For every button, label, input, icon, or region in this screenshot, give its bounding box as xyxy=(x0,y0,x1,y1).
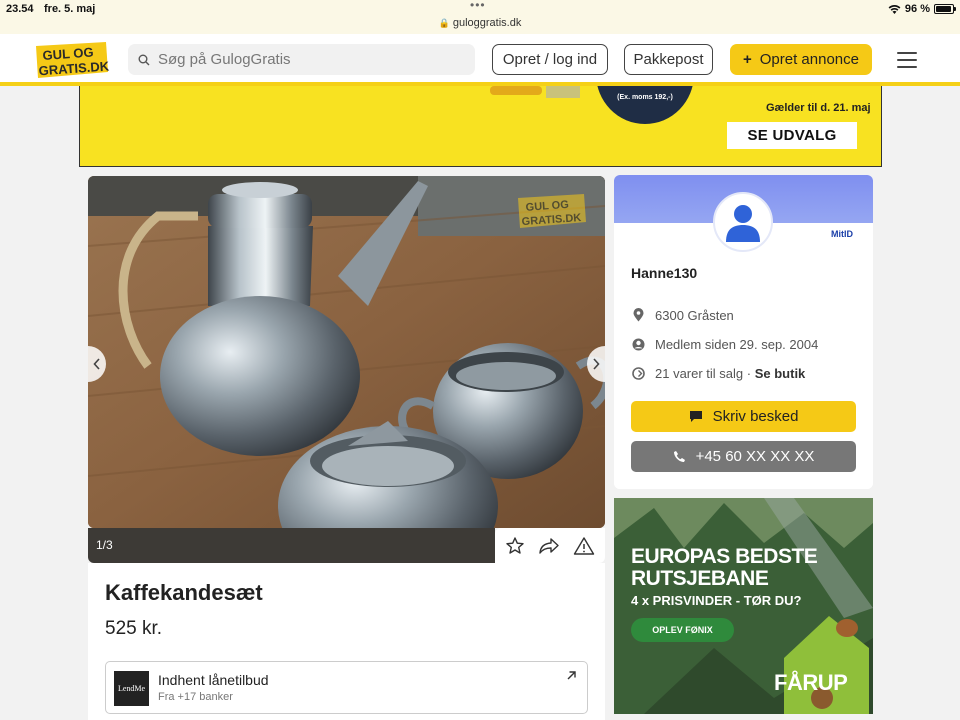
side-ad-headline: EUROPAS BEDSTE RUTSJEBANE xyxy=(631,545,818,590)
tag-icon xyxy=(631,366,645,380)
gallery-footer-strip: 1/3 xyxy=(88,528,495,563)
see-shop-link[interactable]: Se butik xyxy=(755,366,806,381)
ios-status-bar: 23.54 fre. 5. maj ••• 🔒 guloggratis.dk 96… xyxy=(0,0,960,34)
loan-offer-title: Indhent lånetilbud xyxy=(158,672,269,688)
gallery-footer: 1/3 xyxy=(88,528,605,563)
listing-photo xyxy=(88,176,605,528)
plus-icon: + xyxy=(742,51,752,68)
side-ad-banner[interactable]: EUROPAS BEDSTE RUTSJEBANE 4 x PRISVINDER… xyxy=(614,498,873,714)
seller-location-row: 6300 Gråsten xyxy=(631,306,734,324)
listing-price: 525 kr. xyxy=(105,618,163,639)
lendme-logo: LendMe xyxy=(114,671,149,706)
search-input[interactable] xyxy=(158,51,448,68)
star-icon[interactable] xyxy=(505,536,525,556)
loan-offer-card[interactable]: LendMe Indhent lånetilbud Fra +17 banker xyxy=(105,661,588,714)
lock-icon: 🔒 xyxy=(438,18,450,28)
image-counter: 1/3 xyxy=(96,538,113,552)
guloggratis-logo[interactable]: GUL OG GRATIS.DK xyxy=(34,42,110,78)
external-link-icon xyxy=(567,671,576,680)
account-circle-icon xyxy=(632,338,644,350)
listing-details: Kaffekandesæt 525 kr. LendMe Indhent lån… xyxy=(88,563,605,720)
address-url: guloggratis.dk xyxy=(452,17,522,29)
listing-actions xyxy=(495,528,605,563)
seller-member-since: Medlem siden 29. sep. 2004 xyxy=(655,336,819,352)
search-bar[interactable] xyxy=(128,44,475,75)
show-phone-button[interactable]: +45 60 XX XX XX xyxy=(631,441,856,472)
site-header: GUL OG GRATIS.DK Opret / log ind Pakkepo… xyxy=(0,34,960,86)
menu-icon[interactable] xyxy=(897,52,917,68)
wifi-icon xyxy=(888,5,901,14)
gallery-watermark-logo: GUL OG GRATIS.DK xyxy=(518,194,586,228)
phone-icon xyxy=(673,451,685,462)
search-icon xyxy=(138,54,150,65)
seller-location: 6300 Gråsten xyxy=(655,307,734,323)
ad-product-image xyxy=(490,86,580,98)
battery-icon xyxy=(934,4,956,14)
chat-bubble-icon xyxy=(689,411,702,422)
status-indicators: 96 % xyxy=(888,3,956,15)
address-bar[interactable]: 🔒 guloggratis.dk xyxy=(0,17,960,29)
listing-title: Kaffekandesæt xyxy=(105,580,263,605)
ad-valid-text: Gælder til d. 21. maj xyxy=(766,102,871,114)
share-icon[interactable] xyxy=(538,536,560,556)
location-pin-icon xyxy=(633,308,643,322)
status-time: 23.54 xyxy=(6,3,34,15)
loan-offer-subtitle: Fra +17 banker xyxy=(158,691,233,703)
phone-number: +45 60 XX XX XX xyxy=(695,448,815,465)
seller-card: MitID Hanne130 6300 Gråsten Medlem siden… xyxy=(614,175,873,489)
mitid-badge: MitID xyxy=(831,229,853,239)
battery-percent: 96 % xyxy=(904,3,930,15)
send-message-button[interactable]: Skriv besked xyxy=(631,401,856,432)
top-ad-banner[interactable]: (Ex. moms 192,-) Gælder til d. 21. maj S… xyxy=(79,86,882,167)
create-listing-button[interactable]: + Opret annonce xyxy=(730,44,872,75)
report-warning-icon[interactable] xyxy=(573,536,595,556)
pakkepost-button[interactable]: Pakkepost xyxy=(624,44,713,75)
user-icon xyxy=(726,205,760,242)
side-ad-cta-button[interactable]: OPLEV FØNIX xyxy=(631,618,734,642)
login-button[interactable]: Opret / log ind xyxy=(492,44,608,75)
seller-avatar[interactable] xyxy=(713,192,773,252)
status-date: fre. 5. maj xyxy=(44,3,96,15)
ad-price-badge: (Ex. moms 192,-) xyxy=(596,86,694,124)
tab-overview-dots-icon[interactable]: ••• xyxy=(470,0,486,12)
chevron-left-icon xyxy=(93,358,100,370)
seller-items-count: 21 varer til salg · xyxy=(655,365,752,381)
send-message-label: Skriv besked xyxy=(712,408,799,425)
ad-cta-button[interactable]: SE UDVALG xyxy=(727,122,857,149)
seller-member-row: Medlem siden 29. sep. 2004 xyxy=(631,335,818,353)
listing-image-gallery[interactable]: GUL OG GRATIS.DK xyxy=(88,176,605,528)
create-listing-label: Opret annonce xyxy=(759,51,859,68)
side-ad-subline: 4 x PRISVINDER - TØR DU? xyxy=(631,593,802,608)
seller-items-row: 21 varer til salg · Se butik xyxy=(631,364,805,382)
chevron-right-icon xyxy=(593,358,600,370)
seller-name[interactable]: Hanne130 xyxy=(631,265,697,281)
farup-logo: FÅRUP xyxy=(774,670,848,695)
